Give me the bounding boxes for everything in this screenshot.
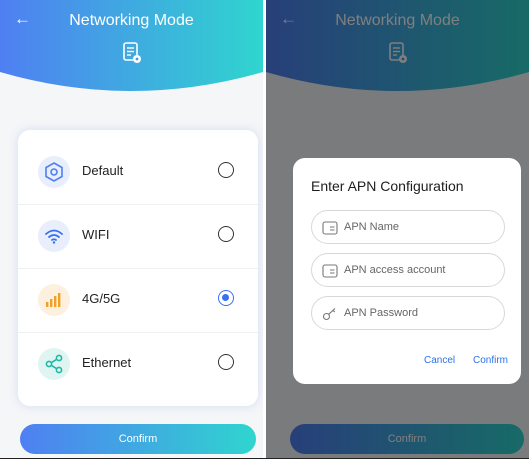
- share-nodes-icon: [38, 348, 70, 380]
- option-label: 4G/5G: [82, 291, 121, 306]
- dialog-confirm-button[interactable]: Confirm: [473, 355, 508, 366]
- card-icon: [322, 221, 338, 235]
- radio-ethernet[interactable]: [218, 354, 234, 370]
- networking-mode-screen: ← Networking Mode Default WIFI 4G/5G Eth…: [0, 0, 263, 458]
- card-icon: [322, 264, 338, 278]
- option-ethernet[interactable]: Ethernet: [18, 332, 258, 396]
- wifi-icon: [38, 220, 70, 252]
- apn-password-input[interactable]: [344, 304, 494, 322]
- apn-access-account-input[interactable]: [344, 261, 494, 279]
- mode-options-card: Default WIFI 4G/5G Ethernet: [18, 130, 258, 406]
- radio-wifi[interactable]: [218, 226, 234, 242]
- bottom-divider: [0, 458, 529, 459]
- apn-name-input[interactable]: [344, 218, 494, 236]
- apn-access-account-field[interactable]: [311, 253, 505, 287]
- apn-dialog-screen: ← Networking Mode Confirm Enter APN Conf…: [266, 0, 529, 458]
- option-4g5g[interactable]: 4G/5G: [18, 268, 258, 333]
- signal-bars-icon: [38, 284, 70, 316]
- option-default[interactable]: Default: [18, 140, 258, 205]
- option-label: Ethernet: [82, 355, 132, 370]
- key-icon: [322, 308, 336, 321]
- apn-config-dialog: Enter APN Configuration APN Name APN acc…: [293, 158, 521, 384]
- option-label: WIFI: [82, 227, 110, 242]
- cancel-button[interactable]: Cancel: [424, 355, 455, 366]
- radio-4g5g[interactable]: [218, 290, 234, 306]
- option-wifi[interactable]: WIFI: [18, 204, 258, 269]
- dialog-title: Enter APN Configuration: [311, 178, 464, 194]
- page-title: Networking Mode: [69, 12, 194, 29]
- gear-hexagon-icon: [38, 156, 70, 188]
- option-label: Default: [82, 163, 124, 178]
- document-settings-icon: [122, 42, 141, 63]
- radio-default[interactable]: [218, 162, 234, 178]
- header: ← Networking Mode: [0, 0, 263, 115]
- apn-password-field[interactable]: [311, 296, 505, 330]
- confirm-button[interactable]: Confirm: [20, 424, 256, 454]
- apn-name-field[interactable]: [311, 210, 505, 244]
